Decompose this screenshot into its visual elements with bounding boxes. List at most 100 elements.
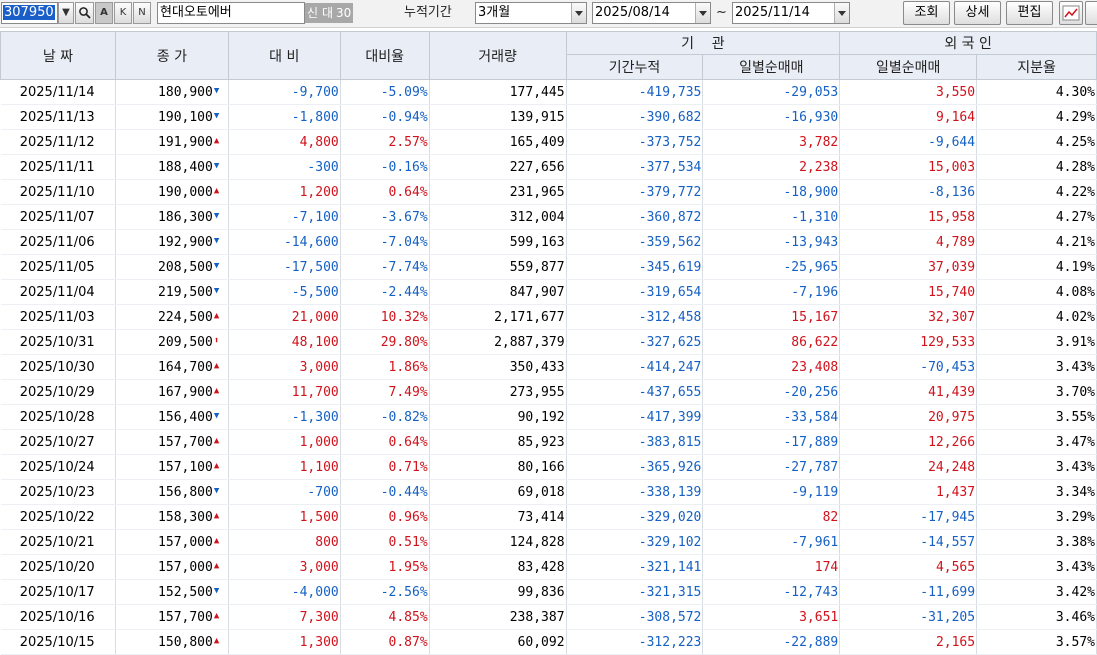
col-header-inst-daily[interactable]: 일별순매매 (702, 54, 841, 80)
cell-inst-cum: -390,682 (566, 104, 704, 130)
edit-button[interactable]: 편집 (1006, 1, 1053, 25)
cell-inst-cum: -329,102 (566, 529, 704, 555)
table-row[interactable]: 2025/10/30 164,700 ▲ 3,000 1.86% 350,433 -414,… (0, 354, 1097, 380)
cell-date: 2025/10/23 (0, 479, 116, 505)
cell-frgn-daily: 3,550 (839, 79, 978, 105)
cell-share: 3.29% (976, 504, 1097, 530)
table-row[interactable]: 2025/10/31 209,500 ⬆ 48,100 29.80% 2,887,379-… (0, 329, 1097, 355)
cell-share: 4.08% (976, 279, 1097, 305)
cell-share: 3.34% (976, 479, 1097, 505)
cell-inst-cum: -321,315 (566, 579, 704, 605)
table-row[interactable]: 2025/11/04 219,500 ▼ -5,500 -2.44% 847,907 -31… (0, 279, 1097, 305)
tag-loan: 대 (320, 3, 336, 23)
stock-code-input[interactable]: 307950 (1, 2, 58, 24)
table-row[interactable]: 2025/10/22 158,300 ▲ 1,500 0.96% 73,414 -329,0… (0, 504, 1097, 530)
cell-close: 190,100 ▼ (115, 104, 229, 130)
table-row[interactable]: 2025/10/23 156,800 ▼ -700 -0.44% 69,018 -338,1… (0, 479, 1097, 505)
button-n[interactable]: N (133, 2, 151, 24)
table-row[interactable]: 2025/10/17 152,500 ▼ -4,000 -2.56% 99,836 -321… (0, 579, 1097, 605)
cell-share: 3.43% (976, 554, 1097, 580)
cell-rate: -0.94% (340, 104, 430, 130)
cell-volume: 2,171,677 (429, 304, 567, 330)
chevron-down-icon[interactable] (834, 3, 849, 23)
stock-name-field[interactable]: 현대오토에버 (157, 2, 305, 24)
table-row[interactable]: 2025/10/21 157,000 ▲ 800 0.51% 124,828 -329,10… (0, 529, 1097, 555)
cell-inst-daily: -18,900 (702, 179, 841, 205)
up-triangle-icon: ▲ (213, 386, 220, 396)
cell-inst-cum: -365,926 (566, 454, 704, 480)
table-row[interactable]: 2025/10/24 157,100 ▲ 1,100 0.71% 80,166 -365,9… (0, 454, 1097, 480)
cell-change: 1,100 (228, 454, 341, 480)
up-triangle-icon: ▲ (213, 361, 220, 371)
chart-icon[interactable] (1059, 1, 1083, 25)
query-button[interactable]: 조회 (903, 1, 950, 25)
cell-inst-cum: -373,752 (566, 129, 704, 155)
cell-rate: 0.64% (340, 179, 430, 205)
table-row[interactable]: 2025/10/28 156,400 ▼ -1,300 -0.82% 90,192 -417… (0, 404, 1097, 430)
menu-icon[interactable] (1085, 1, 1097, 25)
col-header-frgn-share[interactable]: 지분율 (976, 54, 1097, 80)
col-header-inst-cum[interactable]: 기간누적 (565, 54, 704, 80)
cell-volume: 99,836 (429, 579, 567, 605)
cell-inst-cum: -379,772 (566, 179, 704, 205)
col-header-frgn-daily[interactable]: 일별순매매 (839, 54, 978, 80)
cell-inst-cum: -327,625 (566, 329, 704, 355)
table-row[interactable]: 2025/11/12 191,900 ▲ 4,800 2.57% 165,409 -373,… (0, 129, 1097, 155)
cell-rate: 0.51% (340, 529, 430, 555)
date-to-select[interactable]: 2025/11/14 (732, 2, 850, 24)
cell-inst-daily: 82 (702, 504, 841, 530)
down-triangle-icon: ▼ (213, 161, 220, 171)
col-header-change-rate[interactable]: 대비율 (339, 31, 430, 80)
stock-code-value: 307950 (3, 5, 55, 20)
cell-volume: 312,004 (429, 204, 567, 230)
table-row[interactable]: 2025/10/29 167,900 ▲ 11,700 7.49% 273,955 -437… (0, 379, 1097, 405)
down-triangle-icon: ▼ (213, 586, 220, 596)
search-icon[interactable] (75, 2, 94, 24)
button-a[interactable]: A (95, 2, 113, 24)
col-header-change[interactable]: 대 비 (227, 31, 341, 80)
code-dropdown-button[interactable]: ▼ (58, 2, 74, 24)
cell-change: 1,200 (228, 179, 341, 205)
table-row[interactable]: 2025/11/11 188,400 ▼ -300 -0.16% 227,656 -377,… (0, 154, 1097, 180)
cell-frgn-daily: -8,136 (839, 179, 978, 205)
detail-button[interactable]: 상세 (954, 1, 1001, 25)
table-row[interactable]: 2025/11/03 224,500 ▲ 21,000 10.32% 2,171,677-… (0, 304, 1097, 330)
cell-inst-daily: -16,930 (702, 104, 841, 130)
table-row[interactable]: 2025/11/13 190,100 ▼ -1,800 -0.94% 139,915 -39… (0, 104, 1097, 130)
col-header-volume[interactable]: 거래량 (428, 31, 567, 80)
cell-inst-daily: -7,961 (702, 529, 841, 555)
table-row[interactable]: 2025/11/14 180,900 ▼ -9,700 -5.09% 177,445 -41… (0, 79, 1097, 105)
cell-volume: 2,887,379 (429, 329, 567, 355)
cell-date: 2025/10/30 (0, 354, 116, 380)
cell-frgn-daily: 37,039 (839, 254, 978, 280)
table-row[interactable]: 2025/11/07 186,300 ▼ -7,100 -3.67% 312,004 -36… (0, 204, 1097, 230)
cell-change: -700 (228, 479, 341, 505)
table-row[interactable]: 2025/10/27 157,700 ▲ 1,000 0.64% 85,923 -383,8… (0, 429, 1097, 455)
cell-share: 3.70% (976, 379, 1097, 405)
cell-close: 157,000 ▲ (115, 554, 229, 580)
cell-rate: -2.56% (340, 579, 430, 605)
cell-inst-cum: -383,815 (566, 429, 704, 455)
chevron-down-icon[interactable] (695, 3, 710, 23)
table-row[interactable]: 2025/11/10 190,000 ▲ 1,200 0.64% 231,965 -379,… (0, 179, 1097, 205)
cell-inst-cum: -377,534 (566, 154, 704, 180)
cell-change: -1,300 (228, 404, 341, 430)
table-row[interactable]: 2025/10/20 157,000 ▲ 3,000 1.95% 83,428 -321,1… (0, 554, 1097, 580)
table-row[interactable]: 2025/11/06 192,900 ▼ -14,600 -7.04% 599,163 -3… (0, 229, 1097, 255)
period-select[interactable]: 3개월 (475, 2, 587, 24)
table-row[interactable]: 2025/10/16 157,700 ▲ 7,300 4.85% 238,387 -308,… (0, 604, 1097, 630)
button-k[interactable]: K (114, 2, 132, 24)
date-from-select[interactable]: 2025/08/14 (592, 2, 711, 24)
cell-rate: 29.80% (340, 329, 430, 355)
chevron-down-icon[interactable] (571, 3, 586, 23)
col-header-close[interactable]: 종 가 (114, 31, 229, 80)
cell-share: 3.42% (976, 579, 1097, 605)
cell-date: 2025/11/13 (0, 104, 116, 130)
cell-rate: -0.82% (340, 404, 430, 430)
cell-share: 3.38% (976, 529, 1097, 555)
cell-change: -17,500 (228, 254, 341, 280)
cell-date: 2025/11/10 (0, 179, 116, 205)
col-header-date[interactable]: 날 짜 (0, 31, 116, 80)
cell-close: 224,500 ▲ (115, 304, 229, 330)
table-row[interactable]: 2025/11/05 208,500 ▼ -17,500 -7.74% 559,877 -3… (0, 254, 1097, 280)
